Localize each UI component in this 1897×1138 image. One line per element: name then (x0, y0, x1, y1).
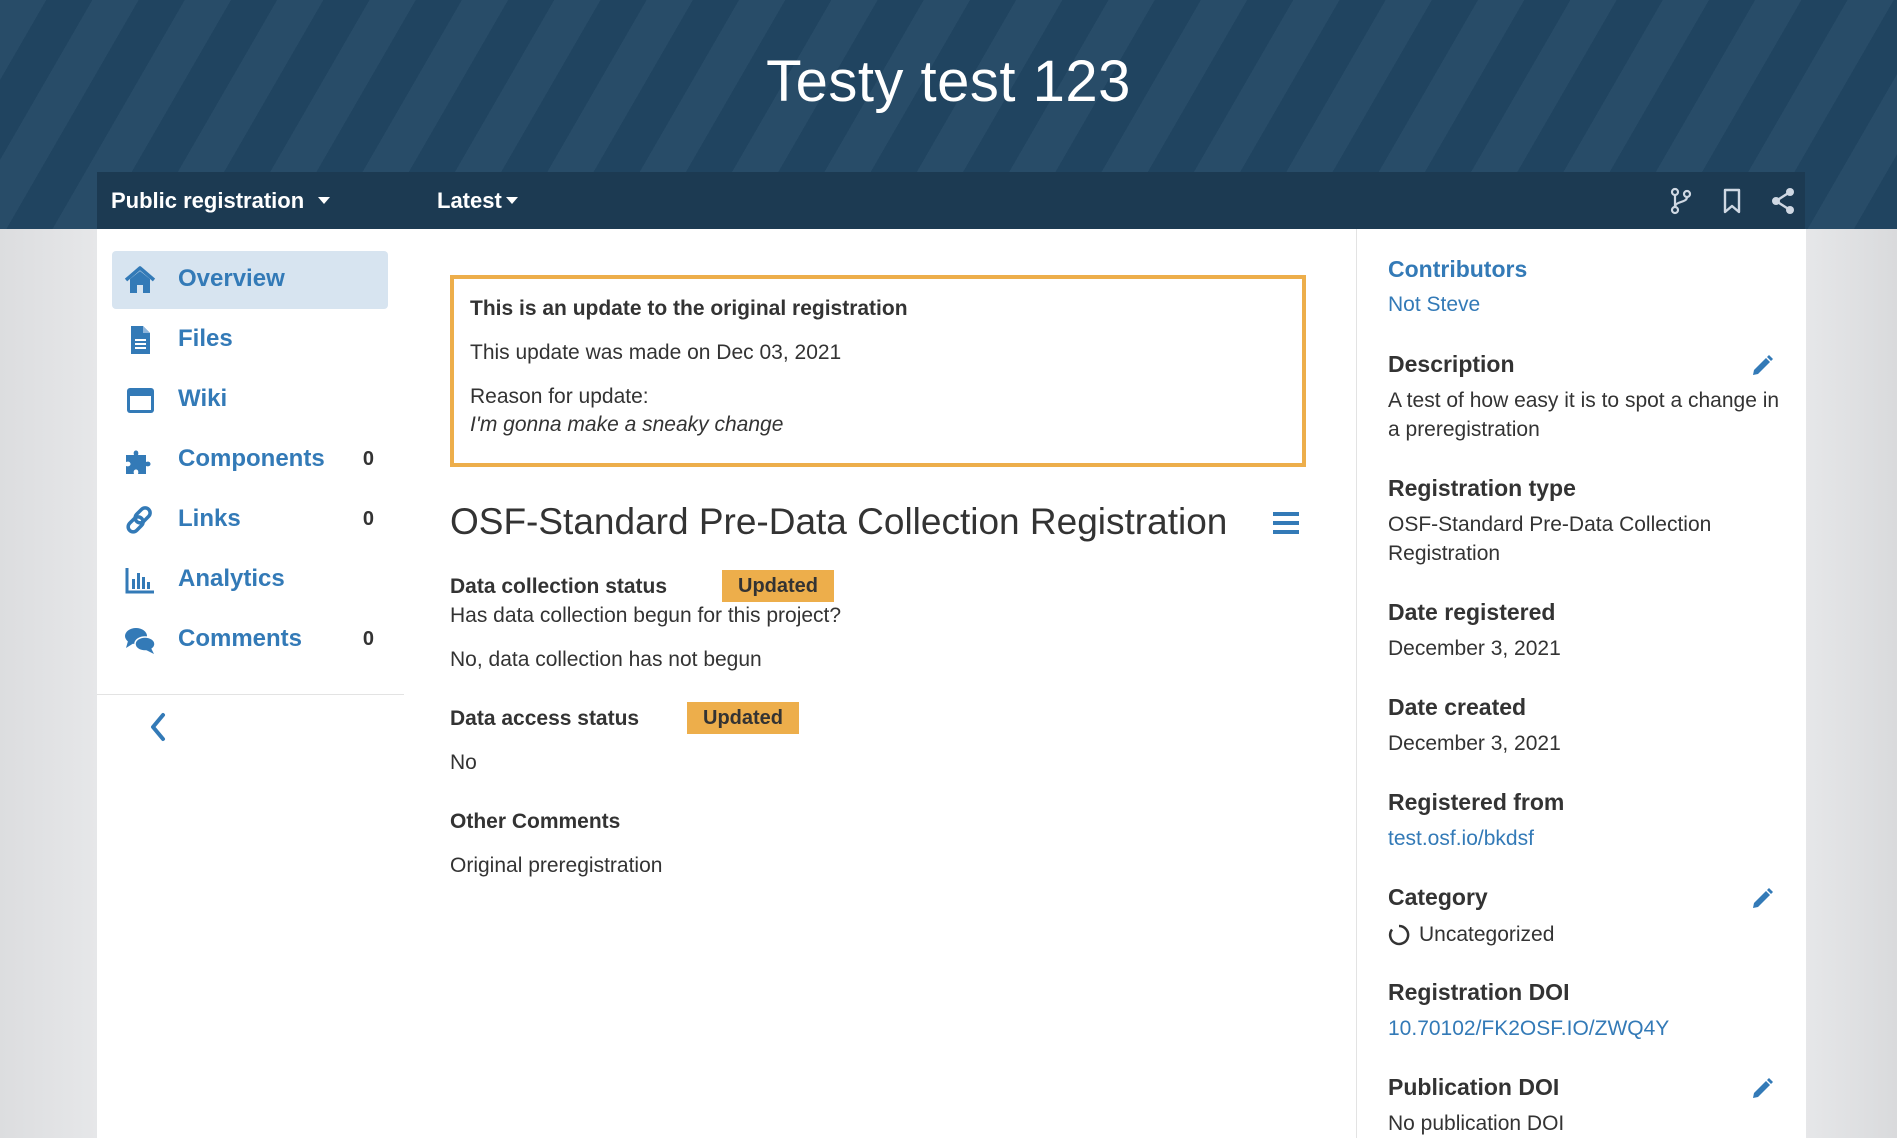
date-registered: December 3, 2021 (1388, 637, 1561, 660)
sidebar-item-wiki[interactable]: Wiki (112, 371, 388, 429)
components-count: 0 (362, 448, 374, 470)
comments-count: 0 (362, 628, 374, 650)
sidebar-item-files[interactable]: Files (112, 311, 388, 369)
registration-dropdown[interactable]: Public registration (111, 172, 331, 229)
sidebar-item-analytics[interactable]: Analytics (112, 551, 388, 609)
schema-title: OSF-Standard Pre-Data Collection Registr… (450, 501, 1228, 542)
category-heading: Category (1388, 884, 1488, 910)
question-label: Data collection status (450, 575, 668, 598)
sidebar-item-label: Analytics (178, 565, 285, 592)
update-reason: I'm gonna make a sneaky change (470, 413, 784, 436)
bar-chart-icon (125, 568, 154, 594)
version-dropdown-label: Latest (437, 187, 502, 213)
registration-navbar: Public registration Latest (97, 172, 1805, 229)
link-icon (126, 506, 152, 534)
sidebar-item-overview[interactable]: Overview (112, 251, 388, 309)
update-date: This update was made on Dec 03, 2021 (470, 341, 842, 364)
sidebar-item-label: Files (178, 325, 233, 352)
category-value: Uncategorized (1419, 923, 1555, 946)
edit-category-icon[interactable] (1750, 887, 1774, 911)
collapse-sidebar-icon[interactable] (143, 707, 173, 747)
sidebar-item-label: Wiki (178, 385, 228, 412)
question-label: Data access status (450, 707, 640, 730)
date-created: December 3, 2021 (1388, 732, 1561, 755)
contributor-link[interactable]: Not Steve (1388, 293, 1480, 317)
edit-publication-doi-icon[interactable] (1750, 1077, 1774, 1101)
update-notice: This is an update to the original regist… (450, 275, 1306, 467)
sidebar-item-links[interactable]: Links 0 (112, 491, 388, 549)
sidebar-item-label: Components (178, 445, 325, 472)
registration-doi-heading: Registration DOI (1388, 979, 1570, 1005)
updated-badge: Updated (722, 570, 834, 602)
date-registered-heading: Date registered (1388, 599, 1556, 625)
registration-type-heading: Registration type (1388, 475, 1576, 501)
registered-from-heading: Registered from (1388, 789, 1565, 815)
wiki-icon (127, 388, 154, 413)
background-right (1805, 229, 1897, 1138)
sidebar-item-components[interactable]: Components 0 (112, 431, 388, 489)
update-notice-title: This is an update to the original regist… (470, 297, 908, 320)
registered-from-link[interactable]: test.osf.io/bkdsf (1388, 827, 1534, 851)
question-label: Other Comments (450, 810, 621, 833)
sidebar-item-label: Links (178, 505, 241, 532)
question-text: Has data collection begun for this proje… (450, 604, 842, 627)
updated-badge: Updated (687, 702, 799, 734)
date-created-heading: Date created (1388, 694, 1527, 720)
description-text: A test of how easy it is to spot a chang… (1388, 389, 1780, 441)
update-reason-label: Reason for update: (470, 385, 649, 408)
share-icon[interactable] (1768, 186, 1798, 216)
sidebar-item-label: Comments (178, 625, 303, 652)
uncategorized-icon (1388, 924, 1410, 946)
contributors-heading[interactable]: Contributors (1388, 256, 1527, 283)
menu-icon[interactable] (1271, 509, 1301, 537)
registration-details: Contributors Not Steve Description A tes… (1356, 229, 1806, 1138)
sidebar-item-comments[interactable]: Comments 0 (112, 611, 388, 669)
page-title: Testy test 123 (766, 49, 1131, 114)
registration-doi-link[interactable]: 10.70102/FK2OSF.IO/ZWQ4Y (1388, 1017, 1669, 1041)
sidebar-item-label: Overview (178, 265, 285, 292)
caret-down-icon (318, 197, 331, 204)
question-answer: No, data collection has not begun (450, 648, 762, 671)
registration-dropdown-label: Public registration (111, 187, 305, 213)
sidebar-divider (97, 694, 404, 695)
description-heading: Description (1388, 351, 1515, 377)
home-icon (124, 266, 156, 293)
question-answer: Original preregistration (450, 854, 663, 877)
version-dropdown[interactable]: Latest (437, 172, 518, 229)
background-left (0, 229, 97, 1138)
question-answer: No (450, 751, 477, 774)
left-sidebar: Overview Files Wiki Components 0 Links 0 (97, 229, 405, 1138)
edit-description-icon[interactable] (1750, 354, 1774, 378)
caret-down-icon (505, 197, 518, 204)
bookmark-icon[interactable] (1717, 186, 1747, 216)
file-icon (131, 326, 150, 354)
fork-icon[interactable] (1666, 186, 1696, 216)
puzzle-icon (126, 450, 151, 474)
publication-doi-heading: Publication DOI (1388, 1074, 1560, 1100)
publication-doi-value: No publication DOI (1388, 1112, 1565, 1135)
main-content: This is an update to the original regist… (404, 229, 1356, 1138)
registration-type: OSF-Standard Pre-Data Collection Registr… (1388, 513, 1712, 565)
links-count: 0 (362, 508, 374, 530)
comments-icon (125, 628, 156, 654)
